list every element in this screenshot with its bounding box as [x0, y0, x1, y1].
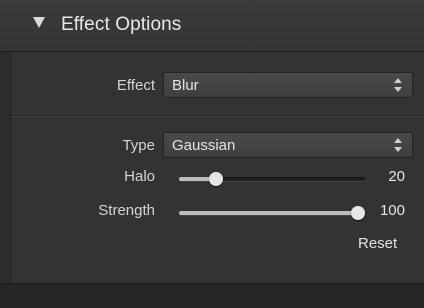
panel-header[interactable]: Effect Options	[0, 0, 424, 52]
halo-slider[interactable]	[179, 170, 365, 188]
collapse-triangle-icon[interactable]	[33, 17, 45, 28]
type-dropdown-value: Gaussian	[172, 137, 236, 154]
slider-fill	[179, 211, 365, 215]
strength-label: Strength	[98, 202, 155, 219]
halo-label: Halo	[124, 168, 155, 185]
strength-slider[interactable]	[179, 204, 365, 222]
dropdown-arrows-icon	[394, 78, 402, 92]
effect-dropdown[interactable]: Blur	[163, 72, 413, 98]
effect-label: Effect	[116, 77, 155, 94]
slider-thumb[interactable]	[209, 172, 223, 186]
next-panel-strip	[0, 283, 424, 308]
halo-value: 20	[388, 168, 405, 185]
type-label: Type	[122, 137, 155, 154]
effect-dropdown-value: Blur	[172, 77, 199, 94]
reset-button[interactable]: Reset	[358, 235, 397, 252]
type-dropdown[interactable]: Gaussian	[163, 132, 413, 158]
dropdown-arrows-icon	[394, 138, 402, 152]
panel-title: Effect Options	[61, 14, 182, 35]
strength-value: 100	[379, 202, 405, 219]
